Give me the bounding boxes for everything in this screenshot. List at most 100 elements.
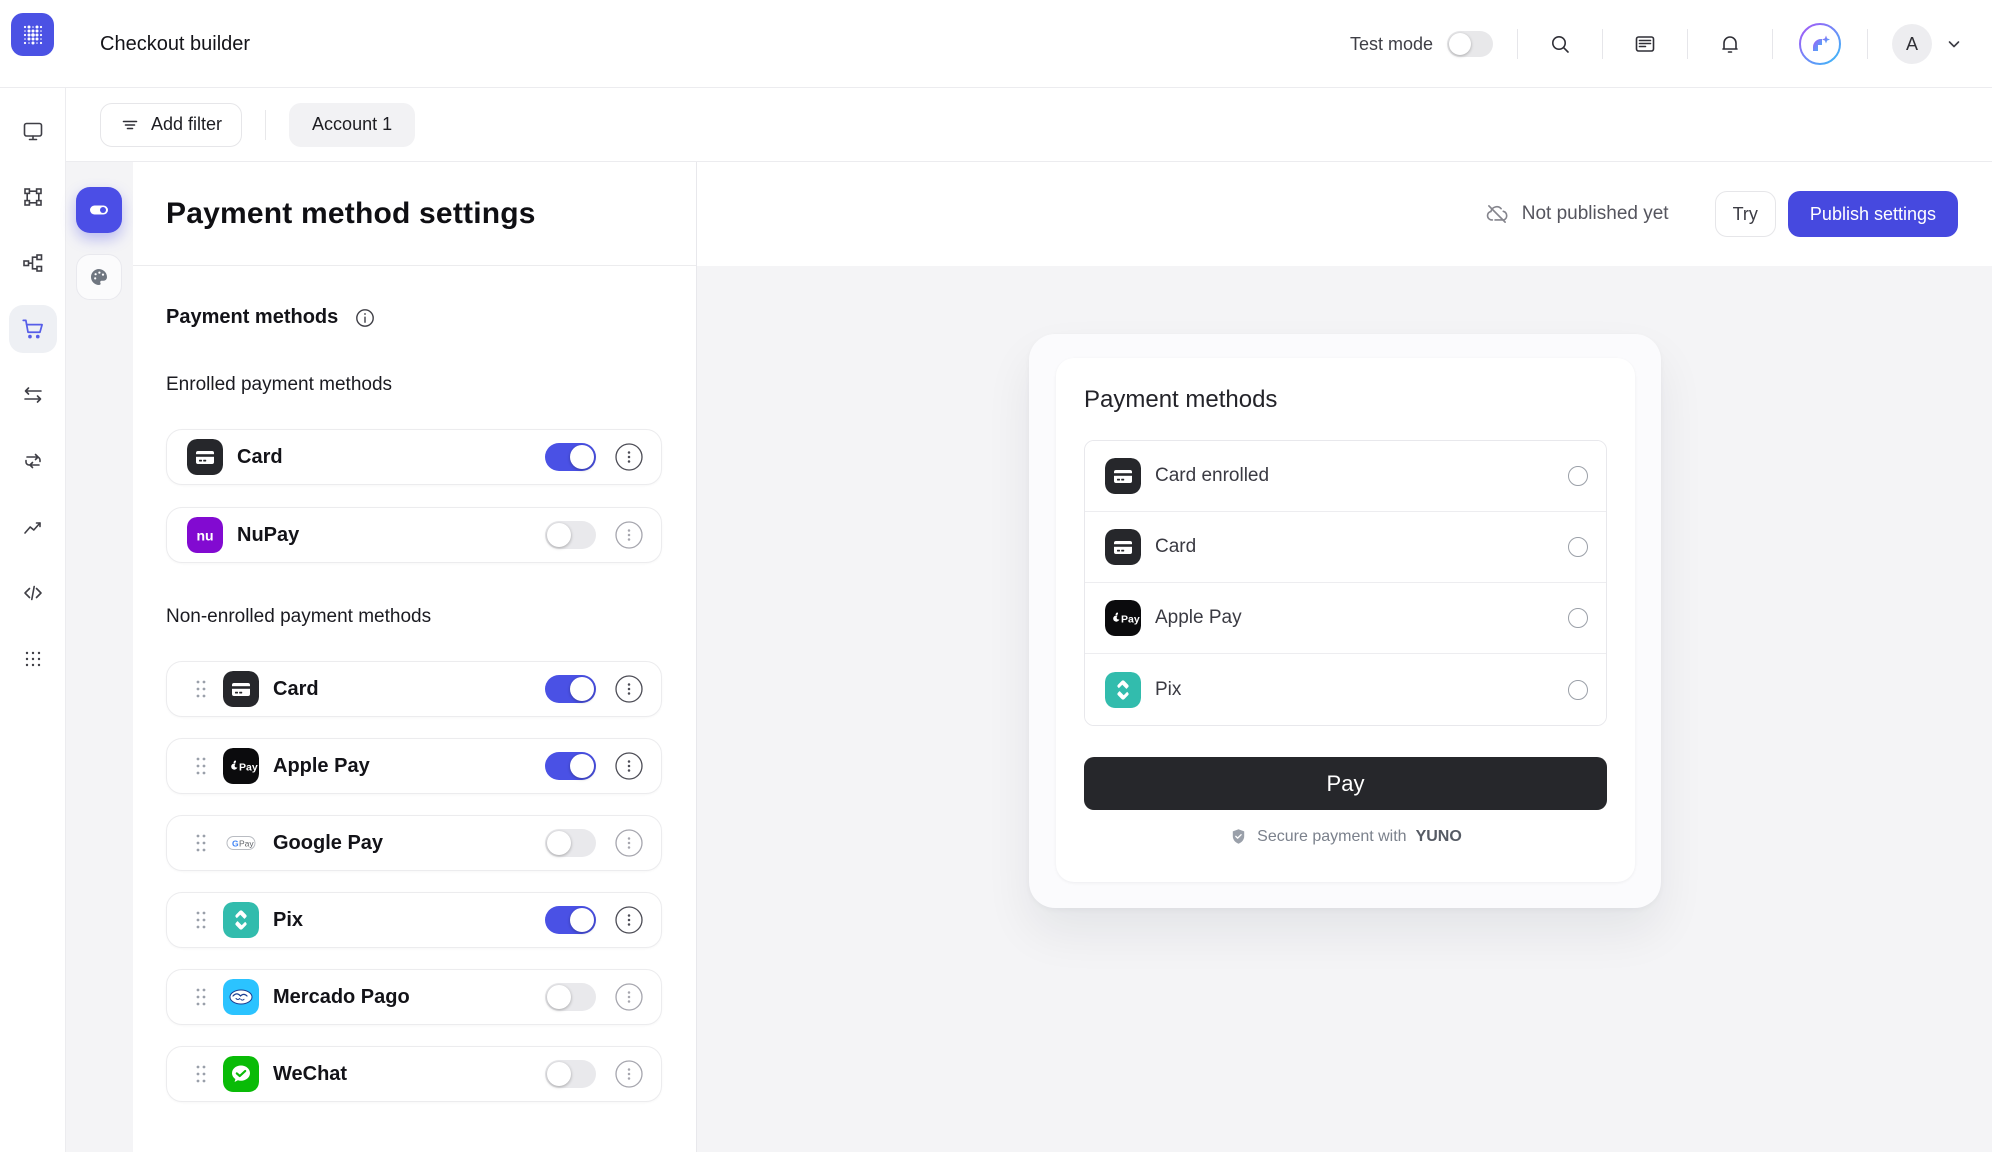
method-menu-button[interactable] — [614, 828, 644, 858]
frames-icon — [21, 185, 45, 209]
page-title: Checkout builder — [100, 0, 250, 88]
preview-method-label: Card — [1155, 536, 1196, 558]
ai-assistant-icon[interactable] — [1797, 21, 1843, 67]
sidebar-item-frames[interactable] — [0, 164, 66, 230]
secure-payment-note: Secure payment with YUNO — [1084, 827, 1607, 846]
test-mode-toggle[interactable] — [1447, 31, 1493, 57]
method-menu-button[interactable] — [614, 1059, 644, 1089]
theme-palette-tab[interactable] — [76, 254, 122, 300]
svg-text:Pay: Pay — [1121, 613, 1140, 625]
divider — [1772, 29, 1773, 59]
preview-method-option[interactable]: Pix — [1085, 654, 1606, 725]
publish-settings-button[interactable]: Publish settings — [1788, 191, 1958, 237]
sidebar-item-recurring[interactable] — [0, 428, 66, 494]
preview-method-option[interactable]: Pay Apple Pay — [1085, 583, 1606, 654]
panel-title: Payment method settings — [166, 197, 536, 231]
payment-method-label: Apple Pay — [273, 755, 370, 778]
code-icon — [21, 581, 45, 605]
avatar[interactable]: A — [1892, 24, 1932, 64]
preview-method-option[interactable]: Card enrolled — [1085, 441, 1606, 512]
method-menu-button[interactable] — [614, 982, 644, 1012]
filter-bar: Add filter Account 1 — [66, 88, 1992, 162]
svg-text:nu: nu — [196, 528, 213, 544]
palette-icon — [87, 265, 111, 289]
method-menu-button[interactable] — [614, 905, 644, 935]
payment-method-row: WeChat — [166, 1046, 662, 1102]
method-toggle[interactable] — [545, 1060, 596, 1088]
drag-handle[interactable] — [194, 909, 208, 931]
payment-settings-panel: Payment method settings Payment methods … — [133, 162, 697, 1152]
drag-handle[interactable] — [194, 986, 208, 1008]
line-chart-icon — [21, 515, 45, 539]
grid-dots-icon — [21, 647, 45, 671]
method-toggle[interactable] — [545, 752, 596, 780]
method-radio[interactable] — [1568, 537, 1588, 557]
divider — [265, 110, 266, 140]
drag-handle[interactable] — [194, 832, 208, 854]
sidebar-item-developers[interactable] — [0, 560, 66, 626]
preview-title: Payment methods — [1084, 386, 1607, 414]
pos-terminal-icon[interactable] — [1627, 26, 1663, 62]
account-chip[interactable]: Account 1 — [289, 103, 415, 147]
pay-button[interactable]: Pay — [1084, 757, 1607, 810]
secure-brand: YUNO — [1416, 828, 1462, 846]
method-menu-button[interactable] — [614, 674, 644, 704]
preview-canvas: Not published yet Try Publish settings P… — [697, 162, 1992, 1152]
enrolled-method-list: Card nuNuPay — [166, 429, 662, 563]
yuno-logo[interactable] — [11, 13, 54, 56]
info-icon[interactable] — [354, 307, 376, 329]
add-filter-label: Add filter — [151, 114, 222, 135]
checkout-preview-card: Payment methods Card enrolled Card Pay Ap… — [1056, 358, 1635, 882]
payment-toggles-tab[interactable] — [76, 187, 122, 233]
preview-method-label: Card enrolled — [1155, 465, 1269, 487]
add-filter-button[interactable]: Add filter — [100, 103, 242, 147]
preview-method-label: Apple Pay — [1155, 607, 1242, 629]
sidebar-item-transfers[interactable] — [0, 362, 66, 428]
card-icon — [223, 671, 259, 707]
sidebar-item-connections[interactable] — [0, 230, 66, 296]
drag-handle[interactable] — [194, 755, 208, 777]
sidebar-item-monitor[interactable] — [0, 98, 66, 164]
publish-bar: Not published yet Try Publish settings — [697, 162, 1992, 266]
non-enrolled-method-list: Card PayApple Pay G PayGoogle Pay Pix Me… — [166, 661, 662, 1102]
svg-text:Pay: Pay — [239, 839, 254, 849]
method-menu-button[interactable] — [614, 442, 644, 472]
sidebar-item-checkout[interactable] — [0, 296, 66, 362]
method-menu-button[interactable] — [614, 751, 644, 781]
drag-handle[interactable] — [194, 678, 208, 700]
preview-method-option[interactable]: Card — [1085, 512, 1606, 583]
search-icon[interactable] — [1542, 26, 1578, 62]
method-radio[interactable] — [1568, 680, 1588, 700]
method-menu-button[interactable] — [614, 520, 644, 550]
payment-method-label: WeChat — [273, 1063, 347, 1086]
secure-text: Secure payment with — [1257, 828, 1406, 846]
drag-handle[interactable] — [194, 1063, 208, 1085]
method-toggle[interactable] — [545, 829, 596, 857]
test-mode-label: Test mode — [1350, 34, 1433, 55]
method-toggle[interactable] — [545, 983, 596, 1011]
wechat-icon — [223, 1056, 259, 1092]
applepay-icon: Pay — [1105, 600, 1141, 636]
payment-method-row: Pay Apple Pay — [166, 738, 662, 794]
payment-method-row: Card — [166, 429, 662, 485]
svg-text:G: G — [232, 839, 239, 849]
main-sidebar — [0, 88, 66, 1152]
applepay-icon: Pay — [223, 748, 259, 784]
method-toggle[interactable] — [545, 443, 596, 471]
logo-dot-grid-icon — [20, 22, 46, 48]
method-toggle[interactable] — [545, 521, 596, 549]
method-toggle[interactable] — [545, 906, 596, 934]
payment-method-row: Mercado Pago — [166, 969, 662, 1025]
payment-method-label: Mercado Pago — [273, 986, 410, 1009]
non-enrolled-group-label: Non-enrolled payment methods — [166, 606, 662, 628]
sidebar-item-analytics[interactable] — [0, 494, 66, 560]
method-radio[interactable] — [1568, 466, 1588, 486]
top-app-bar: Checkout builder Test mode — [0, 0, 1992, 88]
method-toggle[interactable] — [545, 675, 596, 703]
bell-icon[interactable] — [1712, 26, 1748, 62]
try-button[interactable]: Try — [1715, 191, 1776, 237]
chevron-down-icon[interactable] — [1942, 26, 1966, 62]
method-radio[interactable] — [1568, 608, 1588, 628]
sidebar-item-apps[interactable] — [0, 626, 66, 692]
publish-status: Not published yet — [1484, 201, 1669, 227]
